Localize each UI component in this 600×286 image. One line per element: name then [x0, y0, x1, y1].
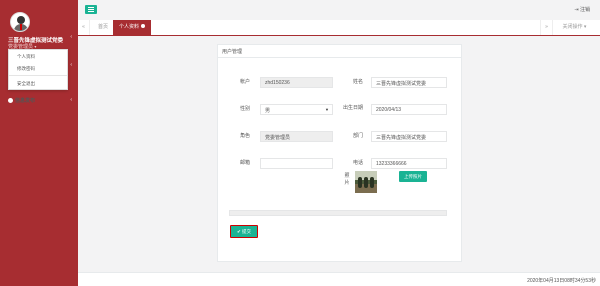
nav-item-info-publish[interactable]: 信息发布 ‹	[0, 97, 78, 107]
tab-label: 个人资料	[119, 24, 140, 30]
tab-bar: « 首页 个人资料 » 关闭操作 ▾	[78, 20, 600, 36]
tab-close-actions-dropdown[interactable]: 关闭操作 ▾	[552, 20, 596, 35]
form-separator	[229, 210, 447, 216]
menu-item-logout[interactable]: 安全退出	[9, 77, 67, 89]
nav-item-1[interactable]: ‹	[0, 34, 78, 44]
datetime-clock: 2020年04月13日08时34分53秒	[527, 278, 596, 284]
tab-scroll-left-button[interactable]: «	[78, 20, 90, 35]
email-input[interactable]	[260, 158, 333, 169]
menu-item-change-password[interactable]: 修改密码	[9, 62, 67, 74]
chevron-left-icon: ‹	[70, 62, 72, 68]
dept-label: 部门	[352, 133, 363, 139]
user-management-panel: 用户管理 帐户 zhd150236 性别 男 ▼ 角色 党委管理员 邮箱 姓名 三…	[217, 44, 462, 262]
birth-label: 出生日期	[343, 105, 364, 111]
panel-title: 用户管理	[218, 45, 461, 58]
phone-input[interactable]: 13233366666	[371, 158, 447, 169]
role-field[interactable]: 党委管理员	[260, 131, 333, 142]
email-label: 邮箱	[239, 160, 250, 166]
logout-icon: ⇥	[574, 7, 579, 13]
birth-date-input[interactable]: 2020/04/13	[371, 104, 447, 115]
gender-value: 男	[265, 108, 271, 114]
caret-down-icon: ▼	[325, 107, 329, 112]
top-navbar: ⇥ 注销	[78, 0, 600, 20]
photo-label: 照片	[344, 173, 350, 186]
logout-label: 注销	[579, 7, 590, 13]
close-tab-icon[interactable]	[141, 24, 146, 28]
name-label: 姓名	[352, 79, 363, 85]
tab-profile[interactable]: 个人资料	[113, 20, 152, 35]
submit-label: 提交	[242, 229, 252, 234]
sidebar: 三晋先锋虚拟测试党委 党委管理员 ▾ 个人资料 修改密码 安全退出 ‹ ‹ 信息…	[0, 0, 78, 286]
tab-close-label: 关闭操作	[562, 24, 583, 30]
chevron-left-icon: ‹	[70, 97, 72, 103]
user-dropdown-menu: 个人资料 修改密码 安全退出	[8, 49, 68, 90]
nav-item-label: 信息发布	[15, 98, 36, 104]
name-input[interactable]: 三晋先锋虚拟测试党委	[371, 77, 447, 88]
menu-toggle-button[interactable]	[85, 5, 97, 14]
tab-scroll-right-button[interactable]: »	[540, 20, 552, 35]
phone-label: 电话	[352, 160, 363, 166]
check-icon: ✔	[236, 229, 241, 234]
publish-icon	[8, 98, 13, 103]
gender-select[interactable]: 男 ▼	[260, 104, 333, 115]
dept-input[interactable]: 三晋先锋虚拟测试党委	[371, 131, 447, 142]
user-avatar	[10, 12, 30, 32]
logout-link[interactable]: ⇥ 注销	[574, 6, 590, 13]
footer-bar: 2020年04月13日08时34分53秒	[78, 272, 600, 286]
gender-label: 性别	[239, 106, 250, 112]
tab-label: 首页	[98, 24, 109, 30]
submit-button[interactable]: ✔ 提交	[230, 225, 258, 238]
menu-item-profile[interactable]: 个人资料	[9, 50, 67, 62]
user-photo	[355, 171, 377, 193]
chevron-left-icon: ‹	[70, 34, 72, 40]
account-field[interactable]: zhd150236	[260, 77, 333, 88]
account-label: 帐户	[239, 79, 250, 85]
menu-divider	[9, 75, 67, 76]
role-label: 角色	[239, 133, 250, 139]
tab-home[interactable]: 首页	[92, 20, 114, 35]
upload-photo-button[interactable]: 上传照片	[399, 171, 427, 182]
main-content: 用户管理 帐户 zhd150236 性别 男 ▼ 角色 党委管理员 邮箱 姓名 三…	[78, 36, 600, 272]
